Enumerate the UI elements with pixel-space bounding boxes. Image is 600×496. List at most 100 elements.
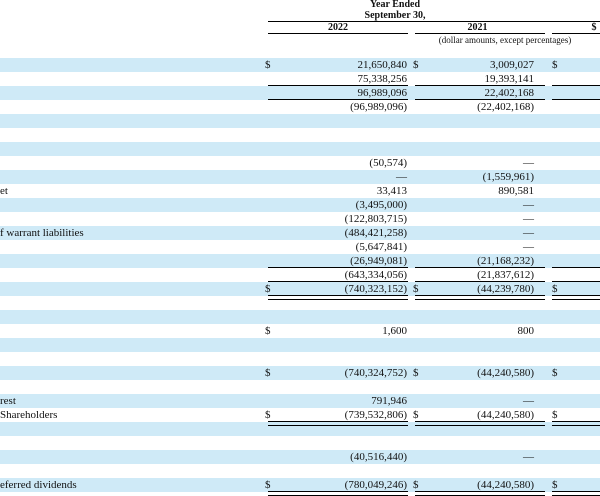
table-row: et 33,413 890,581 (0, 184, 600, 198)
currency-symbol-third: $ (552, 409, 558, 421)
value-2022: (740,323,152) (344, 283, 407, 295)
value-2021: (21,168,232) (477, 255, 534, 267)
row-label: Shareholders (0, 409, 58, 421)
value-2022: 96,989,096 (357, 87, 408, 99)
subtotal-rule (415, 85, 545, 86)
currency-symbol-third: $ (552, 367, 558, 379)
value-2022: (40,516,440) (350, 451, 407, 463)
value-2021: (1,559,961) (482, 171, 534, 183)
table-row: 96,989,096 22,402,168 (0, 86, 600, 100)
value-2021: — (523, 157, 534, 169)
table-row (0, 464, 600, 478)
value-2021: 22,402,168 (484, 87, 535, 99)
currency-symbol-2021: $ (413, 283, 419, 295)
table-row (0, 44, 600, 58)
row-label: f warrant liabilities (0, 227, 84, 239)
table-row (0, 128, 600, 142)
row-label: et (0, 185, 8, 197)
value-2022: (26,949,081) (350, 255, 407, 267)
value-2021: — (523, 227, 534, 239)
row-label: eferred dividends (0, 479, 77, 491)
table-row (0, 380, 600, 394)
table-row: — (1,559,961) (0, 170, 600, 184)
currency-symbol-2022: $ (265, 59, 271, 71)
subtotal-rule (415, 99, 545, 100)
total-double-rule (268, 295, 408, 300)
value-2022: (643,334,056) (344, 269, 407, 281)
value-2022: (739,532,806) (344, 409, 407, 421)
value-2021: 3,009,027 (490, 59, 534, 71)
column-header-underline-third (552, 33, 600, 34)
currency-symbol-2021: $ (413, 409, 419, 421)
value-2022: (122,803,715) (344, 213, 407, 225)
value-2022: (96,989,096) (350, 101, 407, 113)
table-row (0, 310, 600, 324)
table-row: (122,803,715) — (0, 212, 600, 226)
currency-symbol-2021: $ (413, 59, 419, 71)
subtotal-rule (552, 85, 600, 86)
column-header-2022: 2022 (328, 22, 348, 33)
value-2022: (5,647,841) (355, 241, 407, 253)
value-2022: (780,049,246) (344, 479, 407, 491)
value-2022: 791,946 (371, 395, 407, 407)
table-row: (5,647,841) — (0, 240, 600, 254)
currency-symbol-2022: $ (265, 325, 271, 337)
table-row: (50,574) — (0, 156, 600, 170)
value-2022: (484,421,258) (344, 227, 407, 239)
period-header-line2: September 30, (364, 10, 426, 21)
subtotal-rule (415, 267, 545, 268)
row-label: rest (0, 395, 16, 407)
currency-symbol-third: $ (552, 283, 558, 295)
currency-symbol-third: $ (552, 479, 558, 491)
table-row: eferred dividends $ (780,049,246) $ (44,240,… (0, 478, 600, 492)
value-2022: (3,495,000) (355, 199, 407, 211)
table-row: 75,338,256 19,393,141 (0, 72, 600, 86)
table-row: (643,334,056) (21,837,612) (0, 268, 600, 282)
total-double-rule (268, 491, 408, 496)
value-2022: 1,600 (382, 325, 407, 337)
table-row: (40,516,440) — (0, 450, 600, 464)
subtotal-rule (268, 267, 408, 268)
table-row: $ (740,323,152) $ (44,239,780) $ (0, 282, 600, 296)
table-row (0, 114, 600, 128)
column-header-underline-2021 (415, 33, 545, 34)
total-double-rule (415, 491, 545, 496)
value-2021: 19,393,141 (484, 73, 535, 85)
subtotal-rule (268, 85, 408, 86)
subtotal-rule (552, 99, 600, 100)
total-double-rule (552, 295, 600, 300)
subtotal-rule (268, 99, 408, 100)
currency-symbol-2022: $ (265, 283, 271, 295)
currency-symbol-2022: $ (265, 479, 271, 491)
currency-symbol-2022: $ (265, 367, 271, 379)
total-double-rule (268, 421, 408, 426)
value-2021: — (523, 395, 534, 407)
currency-symbol-third: $ (552, 59, 558, 71)
table-row: $1,600 800 (0, 324, 600, 338)
total-double-rule (552, 421, 600, 426)
period-header-line1: Year Ended (369, 0, 421, 10)
table-row: Shareholders $ (739,532,806) $ (44,240,580) $ (0, 408, 600, 422)
value-2021: (44,240,580) (477, 409, 534, 421)
value-2021: 800 (517, 325, 535, 337)
value-2021: — (523, 241, 534, 253)
subtotal-rule (415, 281, 545, 282)
column-header-2021: 2021 (467, 22, 488, 33)
table-row: $ (740,324,752) $ (44,240,580) $ (0, 366, 600, 380)
value-2021: (22,402,168) (477, 101, 534, 113)
table-row: (3,495,000) — (0, 198, 600, 212)
table-row: (26,949,081) (21,168,232) (0, 254, 600, 268)
column-header-third-partial: $ (591, 22, 597, 33)
table-row (0, 338, 600, 352)
table-row (0, 436, 600, 450)
value-2021: (44,240,580) (477, 479, 534, 491)
value-2021: 890,581 (498, 185, 534, 197)
value-2021: (44,240,580) (477, 367, 534, 379)
column-header-underline-2022 (268, 33, 408, 34)
value-2021: — (523, 199, 534, 211)
subtotal-rule (552, 281, 600, 282)
table-row (0, 352, 600, 366)
table-row: f warrant liabilities (484,421,258) — (0, 226, 600, 240)
value-2021: — (523, 451, 534, 463)
table-row: $21,650,840 $3,009,027 $ (0, 58, 600, 72)
